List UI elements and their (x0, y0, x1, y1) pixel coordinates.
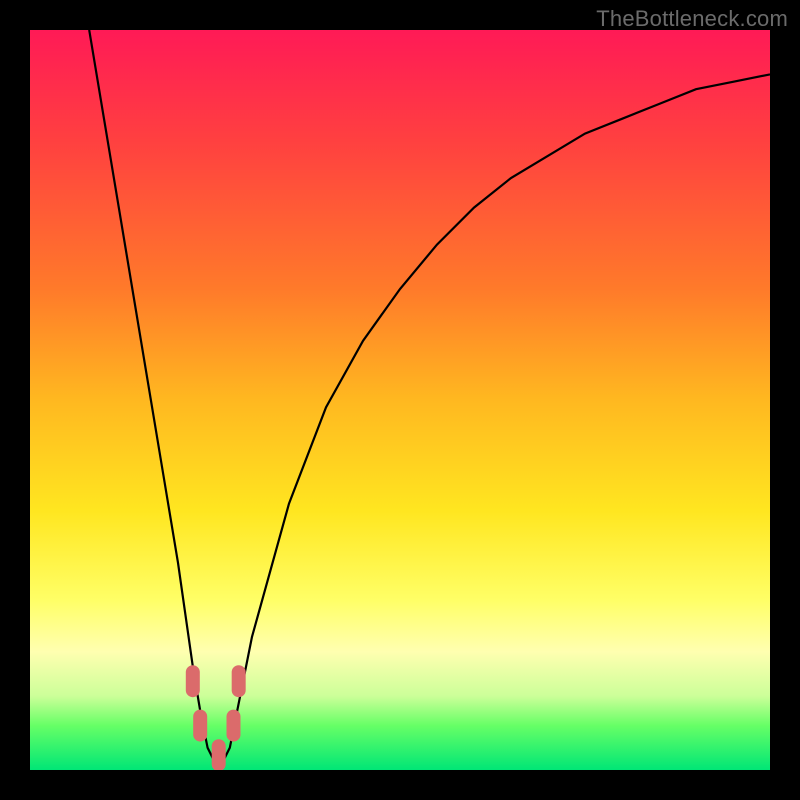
watermark-text: TheBottleneck.com (596, 6, 788, 32)
bottleneck-curve (30, 30, 770, 770)
plot-area (30, 30, 770, 770)
